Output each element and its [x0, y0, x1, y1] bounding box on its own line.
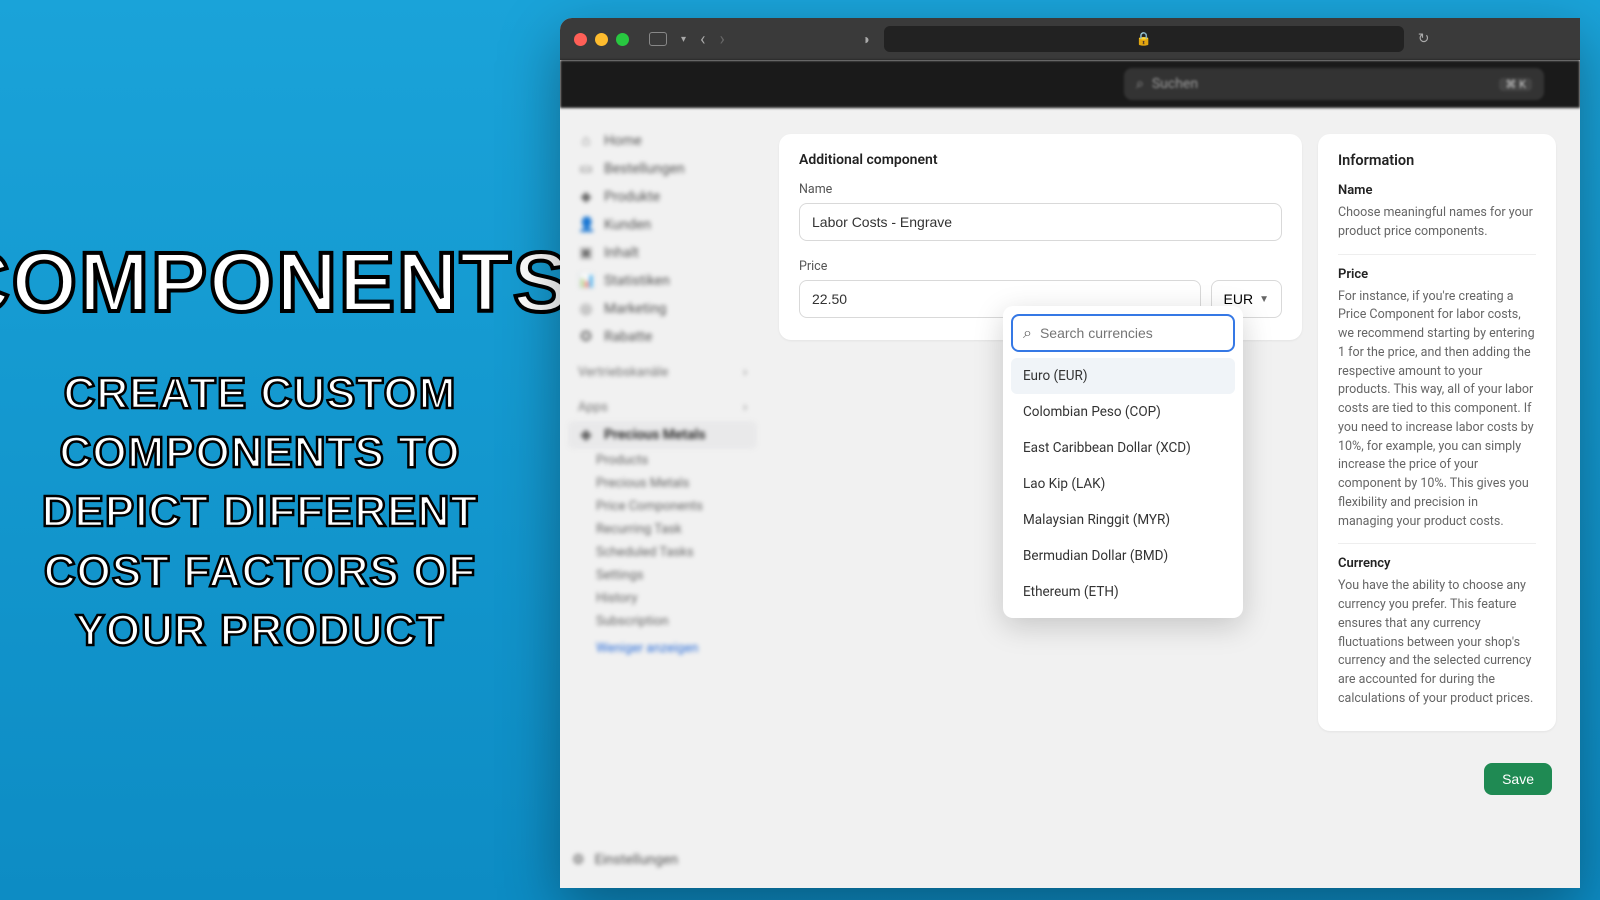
- save-button[interactable]: Save: [1484, 763, 1552, 795]
- orders-icon: ▭: [578, 161, 594, 177]
- sidebar-sub-history[interactable]: History: [568, 587, 757, 610]
- sidebar-item-label: Produkte: [604, 189, 660, 205]
- sidebar-item-analytics[interactable]: 📊 Statistiken: [568, 267, 757, 295]
- info-price-heading: Price: [1338, 267, 1536, 282]
- currency-search-input[interactable]: [1040, 325, 1223, 341]
- sidebar-sub-products[interactable]: Products: [568, 449, 757, 472]
- gear-icon: ⚙: [572, 852, 585, 868]
- chevron-down-icon[interactable]: ▾: [681, 34, 686, 45]
- sidebar-sub-recurring[interactable]: Recurring Task: [568, 518, 757, 541]
- sidebar-item-home[interactable]: ⌂ Home: [568, 126, 757, 155]
- sidebar-item-customers[interactable]: 👤 Kunden: [568, 211, 757, 239]
- content-icon: ▣: [578, 245, 594, 261]
- sidebar-section-label: Vertriebskanäle: [578, 365, 668, 380]
- currency-code: EUR: [1224, 291, 1254, 307]
- privacy-icon[interactable]: ◑: [861, 31, 869, 48]
- forward-icon[interactable]: ›: [719, 29, 724, 50]
- currency-option-xcd[interactable]: East Caribbean Dollar (XCD): [1011, 430, 1235, 466]
- sidebar-item-label: Precious Metals: [604, 427, 706, 443]
- info-name-heading: Name: [1338, 183, 1536, 198]
- app-icon: ◆: [578, 427, 594, 443]
- products-icon: ◆: [578, 189, 594, 205]
- promo-subtitle: CREATE CUSTOM COMPONENTS TO DEPICT DIFFE…: [20, 364, 500, 661]
- info-name-text: Choose meaningful names for your product…: [1338, 204, 1536, 242]
- currency-search-wrap: ⌕: [1011, 314, 1235, 352]
- sidebar-item-discounts[interactable]: ✪ Rabatte: [568, 323, 757, 351]
- name-input[interactable]: [799, 203, 1282, 241]
- minimize-icon[interactable]: [595, 33, 608, 46]
- currency-option-bmd[interactable]: Bermudian Dollar (BMD): [1011, 538, 1235, 574]
- app-topbar: ⌕ Suchen ⌘ K: [560, 60, 1580, 108]
- currency-option-cop[interactable]: Colombian Peso (COP): [1011, 394, 1235, 430]
- sidebar-item-orders[interactable]: ▭ Bestellungen: [568, 155, 757, 183]
- currency-option-eur[interactable]: Euro (EUR): [1011, 358, 1235, 394]
- keyboard-shortcut: ⌘ K: [1499, 78, 1532, 91]
- search-icon: ⌕: [1136, 76, 1144, 92]
- main-content: Additional component Name Price EUR ▼: [765, 108, 1580, 888]
- discounts-icon: ✪: [578, 329, 594, 345]
- sidebar-item-label: Rabatte: [604, 329, 652, 345]
- marketing-icon: ◎: [578, 301, 594, 317]
- info-price-text: For instance, if you're creating a Price…: [1338, 288, 1536, 532]
- promo-title: COMPONENTS: [0, 240, 571, 324]
- sidebar-footer-label: Einstellungen: [595, 852, 679, 868]
- sidebar-item-marketing[interactable]: ◎ Marketing: [568, 295, 757, 323]
- maximize-icon[interactable]: [616, 33, 629, 46]
- sidebar-item-precious-metals[interactable]: ◆ Precious Metals: [568, 421, 757, 449]
- reload-icon[interactable]: ↻: [1418, 31, 1430, 47]
- sidebar-item-products[interactable]: ◆ Produkte: [568, 183, 757, 211]
- sidebar-section-apps[interactable]: Apps ›: [568, 386, 757, 421]
- info-title: Information: [1338, 152, 1536, 169]
- customers-icon: 👤: [578, 217, 594, 233]
- currency-dropdown: ⌕ Euro (EUR) Colombian Peso (COP) East C…: [1003, 306, 1243, 618]
- info-currency-text: You have the ability to choose any curre…: [1338, 577, 1536, 708]
- traffic-lights[interactable]: [574, 33, 629, 46]
- analytics-icon: 📊: [578, 273, 594, 289]
- chevron-right-icon: ›: [743, 365, 747, 380]
- home-icon: ⌂: [578, 132, 594, 149]
- currency-option-lak[interactable]: Lao Kip (LAK): [1011, 466, 1235, 502]
- sidebar-section-channels[interactable]: Vertriebskanäle ›: [568, 351, 757, 386]
- sidebar-settings[interactable]: ⚙ Einstellungen: [572, 852, 678, 868]
- close-icon[interactable]: [574, 33, 587, 46]
- browser-window: ▾ ‹ › ◑ 🔒 ↻ ⌕ Suchen ⌘ K ⌂ Home ▭ Bestellu…: [560, 18, 1580, 888]
- information-card: Information Name Choose meaningful names…: [1318, 134, 1556, 731]
- currency-option-eth[interactable]: Ethereum (ETH): [1011, 574, 1235, 610]
- search-icon: ⌕: [1023, 323, 1032, 343]
- back-icon[interactable]: ‹: [700, 29, 705, 50]
- sidebar-sub-scheduled[interactable]: Scheduled Tasks: [568, 541, 757, 564]
- sidebar-section-label: Apps: [578, 400, 608, 415]
- sidebar-toggle-icon[interactable]: [649, 32, 667, 46]
- sidebar-sub-settings[interactable]: Settings: [568, 564, 757, 587]
- sidebar: ⌂ Home ▭ Bestellungen ◆ Produkte 👤 Kunden ▣ I…: [560, 108, 765, 888]
- sidebar-item-label: Kunden: [604, 217, 651, 233]
- chevron-down-icon: ▼: [1259, 294, 1269, 305]
- sidebar-sub-metals[interactable]: Precious Metals: [568, 472, 757, 495]
- name-label: Name: [799, 182, 1282, 197]
- card-title: Additional component: [799, 152, 1282, 168]
- lock-icon: 🔒: [1136, 32, 1152, 47]
- info-currency-heading: Currency: [1338, 556, 1536, 571]
- chevron-right-icon: ›: [743, 400, 747, 415]
- sidebar-collapse-link[interactable]: Weniger anzeigen: [568, 633, 757, 664]
- sidebar-item-label: Inhalt: [604, 245, 639, 261]
- browser-controls: ▾ ‹ ›: [649, 29, 725, 50]
- global-search[interactable]: ⌕ Suchen ⌘ K: [1124, 68, 1544, 100]
- currency-option-myr[interactable]: Malaysian Ringgit (MYR): [1011, 502, 1235, 538]
- sidebar-sub-subscription[interactable]: Subscription: [568, 610, 757, 633]
- search-placeholder: Suchen: [1152, 76, 1492, 92]
- price-label: Price: [799, 259, 1201, 274]
- promo-panel: COMPONENTS CREATE CUSTOM COMPONENTS TO D…: [0, 0, 520, 900]
- sidebar-item-label: Bestellungen: [604, 161, 685, 177]
- sidebar-sub-price-components[interactable]: Price Components: [568, 495, 757, 518]
- sidebar-item-label: Home: [604, 133, 642, 149]
- sidebar-item-content[interactable]: ▣ Inhalt: [568, 239, 757, 267]
- sidebar-item-label: Statistiken: [604, 273, 670, 289]
- sidebar-item-label: Marketing: [604, 301, 667, 317]
- mac-titlebar: ▾ ‹ › ◑ 🔒 ↻: [560, 18, 1580, 60]
- address-bar[interactable]: 🔒: [884, 26, 1404, 52]
